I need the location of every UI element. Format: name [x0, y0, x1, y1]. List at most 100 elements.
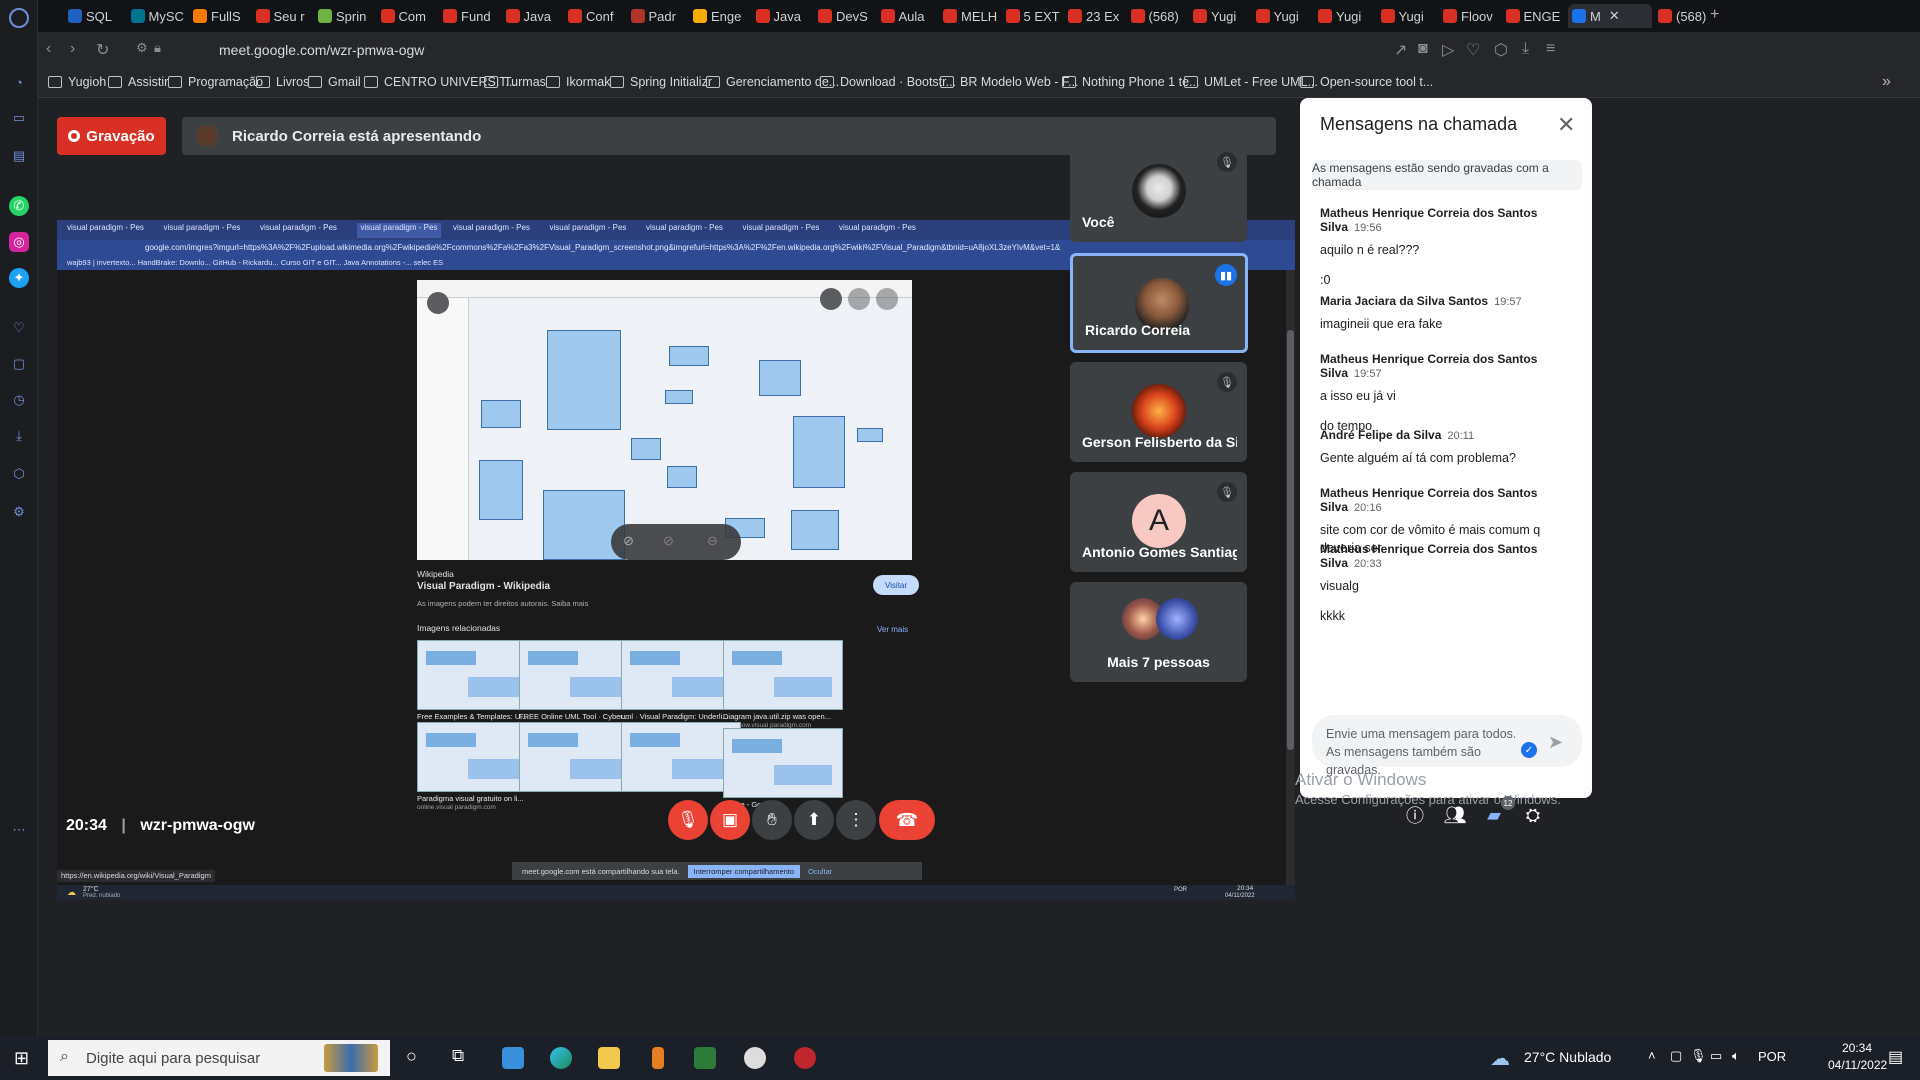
participant-tile-ricardo[interactable]: ▮▮ Ricardo Correia	[1070, 253, 1248, 353]
stop-sharing-button[interactable]: Interromper compartilhamento	[687, 864, 801, 878]
bookmark-item[interactable]: Nothing Phone 1 te...	[1062, 75, 1199, 89]
browser-tab[interactable]: M ✕	[1568, 4, 1652, 28]
tray-network-icon[interactable]: ▭	[1710, 1048, 1722, 1064]
downloads-icon[interactable]: ⤓	[1522, 40, 1529, 58]
tray-date[interactable]: 04/11/2022	[1828, 1058, 1887, 1072]
browser-tab[interactable]: SQL	[68, 4, 130, 28]
browser-tab[interactable]: 23 Ex	[1068, 4, 1130, 28]
send-icon[interactable]: ▷	[1442, 40, 1454, 60]
bookmark-item[interactable]: Gmail	[308, 75, 361, 89]
whatsapp-icon[interactable]: ✆	[9, 196, 29, 216]
menu-icon[interactable]: ≡	[1546, 40, 1555, 58]
browser-tab[interactable]: Enge	[693, 4, 755, 28]
twitter-icon[interactable]: ✦	[9, 268, 29, 288]
windows-start-icon[interactable]: ⊞	[14, 1048, 29, 1069]
speed-dial-icon[interactable]: ◔	[9, 72, 29, 92]
browser-tab[interactable]: Java	[755, 4, 818, 28]
bookmark-item[interactable]: Turmas	[484, 75, 546, 89]
browser-tab[interactable]: ENGE	[1505, 4, 1568, 28]
browser-tab[interactable]: Java	[505, 4, 568, 28]
tray-up-icon[interactable]: ˄	[1648, 1048, 1656, 1063]
browser-tab[interactable]: FullS	[193, 4, 255, 28]
more-dots-icon[interactable]: ⋯	[9, 820, 29, 840]
browser-tab[interactable]: Yugi	[1318, 4, 1380, 28]
browser-tab[interactable]: Seu r	[255, 4, 318, 28]
bookmark-item[interactable]: Programação	[168, 75, 263, 89]
browser-tab[interactable]: DevS	[818, 4, 880, 28]
opera-logo-icon[interactable]	[9, 8, 29, 28]
browser-tab[interactable]: Yugi	[1193, 4, 1255, 28]
browser-tab[interactable]: Padr	[630, 4, 693, 28]
meeting-info-icon[interactable]: ⓘ	[1401, 801, 1429, 829]
forward-icon[interactable]: ›	[70, 40, 75, 58]
participant-tile-more[interactable]: Mais 7 pessoas	[1070, 582, 1247, 682]
activities-icon[interactable]: ⛭	[1519, 801, 1547, 829]
notifications-icon[interactable]: ▤	[1888, 1047, 1903, 1067]
tray-language[interactable]: POR	[1758, 1049, 1786, 1064]
related-image-caption[interactable]: FREE Online UML Tool · Cyber...	[519, 712, 629, 721]
share-page-icon[interactable]: ↗	[1394, 40, 1407, 60]
raise-hand-button[interactable]: ✋︎	[752, 800, 792, 840]
reload-icon[interactable]: ↻	[96, 40, 109, 60]
browser-tab[interactable]: Sprin	[318, 4, 380, 28]
bookmark-item[interactable]: Open-source tool t...	[1300, 75, 1433, 89]
edge-icon[interactable]	[550, 1047, 572, 1069]
browser-tab[interactable]: Yugi	[1255, 4, 1318, 28]
see-more-link[interactable]: Ver mais	[877, 625, 908, 634]
bookmark-item[interactable]: UMLet - Free UML...	[1184, 75, 1318, 89]
minimize-controls-icon[interactable]: ⊖	[707, 533, 718, 549]
bookmark-item[interactable]: Download · Bootstr...	[820, 75, 956, 89]
tray-camera-icon[interactable]: ▢	[1670, 1048, 1682, 1064]
close-preview-icon[interactable]	[427, 292, 449, 314]
image-title[interactable]: Visual Paradigm - Wikipedia	[417, 581, 550, 592]
related-image-thumbnail[interactable]	[723, 640, 843, 710]
participant-tile-gerson[interactable]: 🎙︎ Gerson Felisberto da Silva...	[1070, 362, 1247, 462]
tray-mic-icon[interactable]: 🎙︎	[1690, 1048, 1707, 1064]
bookmark-heart-icon[interactable]: ♡	[1466, 40, 1480, 60]
bookmark-item[interactable]: Livros	[256, 75, 309, 89]
prev-image-icon[interactable]	[848, 288, 870, 310]
site-settings-icon[interactable]: ⚙	[136, 40, 148, 56]
volume-off-icon[interactable]: ⊘	[663, 533, 674, 549]
snapshot-icon[interactable]: ◙	[1418, 40, 1428, 58]
download-icon[interactable]: ⤓	[9, 426, 29, 446]
browser-tab[interactable]: MySC	[130, 4, 193, 28]
opera-icon[interactable]	[744, 1047, 766, 1069]
bookmark-item[interactable]: Spring Initializr	[610, 75, 712, 89]
related-image-caption[interactable]: Paradigma visual gratuito on li...	[417, 794, 524, 803]
extensions-icon[interactable]: ⬡	[1494, 40, 1508, 60]
task-view-icon[interactable]: ⧉	[452, 1046, 464, 1066]
participant-tile-antonio[interactable]: A 🎙︎ Antonio Gomes Santiago ...	[1070, 472, 1247, 572]
twitch-icon[interactable]: ▤	[9, 146, 29, 166]
more-options-icon[interactable]	[820, 288, 842, 310]
browser-tab[interactable]: Aula	[880, 4, 943, 28]
chat-icon[interactable]: ▰	[1480, 801, 1508, 829]
browser-tab[interactable]: Yugi	[1380, 4, 1443, 28]
recording-button[interactable]: Gravação	[57, 117, 166, 155]
taskbar-search[interactable]: ⌕ Digite aqui para pesquisar	[48, 1040, 390, 1076]
store-icon[interactable]	[502, 1047, 524, 1069]
file-explorer-icon[interactable]	[598, 1047, 620, 1069]
workspace-icon[interactable]: ▭	[9, 108, 29, 128]
camera-toggle-button[interactable]: ▣	[710, 800, 750, 840]
bookmark-item[interactable]: Assistir	[108, 75, 168, 89]
bookmark-item[interactable]: BR Modelo Web - F...	[940, 75, 1079, 89]
opera-gx-icon[interactable]	[794, 1047, 816, 1069]
heart-icon[interactable]: ♡	[9, 318, 29, 338]
browser-tab[interactable]: 5 EXT	[1005, 4, 1068, 28]
messages-icon[interactable]: ▢	[9, 354, 29, 374]
app-icon[interactable]	[694, 1047, 716, 1069]
bookmark-item[interactable]: Ikormak	[546, 75, 610, 89]
leave-call-button[interactable]: ☎︎	[879, 800, 935, 840]
related-image-thumbnail[interactable]	[723, 728, 843, 798]
close-icon[interactable]: ✕	[1557, 112, 1575, 138]
participant-tile-you[interactable]: 🎙︎ Você	[1070, 142, 1247, 242]
send-icon[interactable]: ➤	[1548, 732, 1563, 753]
people-icon[interactable]: 👥︎	[1441, 801, 1469, 829]
scroll-thumb[interactable]	[1287, 330, 1294, 750]
present-screen-button[interactable]: ⬆	[794, 800, 834, 840]
tray-volume-icon[interactable]: 🔈︎	[1732, 1048, 1740, 1064]
instagram-icon[interactable]: ◎	[9, 232, 29, 252]
new-tab-icon[interactable]: +	[1710, 6, 1719, 24]
browser-tab[interactable]: (568)	[1130, 4, 1193, 28]
